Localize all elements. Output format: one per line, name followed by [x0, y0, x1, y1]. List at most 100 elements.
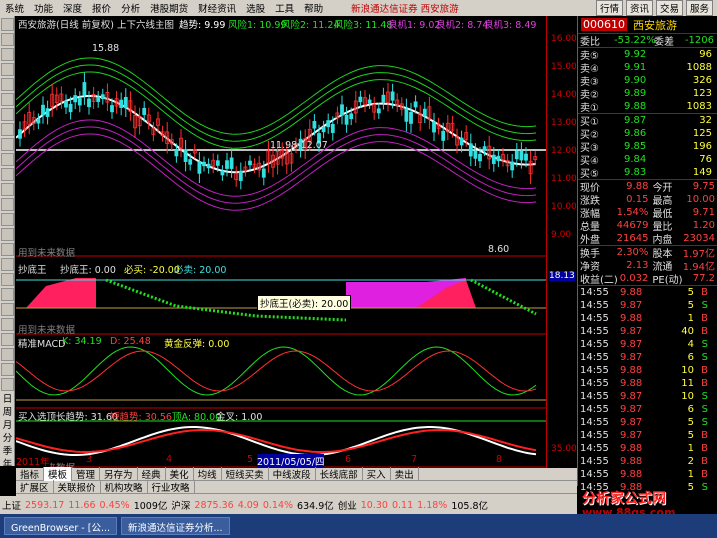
tab2-2[interactable]: 机构攻略	[101, 480, 148, 494]
toolbar-button-icon[interactable]	[1, 288, 14, 301]
tab-8[interactable]: 中线波段	[269, 467, 316, 481]
price-tick: 12.00	[551, 146, 577, 156]
news-button[interactable]: 资讯	[625, 0, 653, 16]
period-quarter[interactable]: 季	[0, 445, 15, 458]
tick-time: 14:55	[580, 391, 609, 402]
tab-7[interactable]: 短线买卖	[222, 467, 269, 481]
tick-direction: S	[701, 404, 708, 415]
period-week[interactable]: 周	[0, 406, 15, 419]
toolbar-button-icon[interactable]	[1, 198, 14, 211]
toolbar-button-icon[interactable]	[1, 63, 14, 76]
tab-9[interactable]: 长线底部	[316, 467, 363, 481]
candle-body	[206, 163, 211, 169]
tick-row[interactable]: 14:55 9.88 10 B	[578, 364, 717, 377]
date-axis-month-3: 3	[86, 454, 93, 465]
date-axis-month-7: 7	[411, 454, 418, 465]
toolbar-button-icon[interactable]	[1, 183, 14, 196]
candle-body	[326, 120, 331, 128]
level-volume: 125	[692, 128, 712, 139]
tick-row[interactable]: 14:55 9.87 4 S	[578, 338, 717, 351]
sh-change: 11.66	[68, 499, 96, 511]
toolbar-button-icon[interactable]	[1, 108, 14, 121]
period-day[interactable]: 日	[0, 393, 15, 406]
tab-10[interactable]: 买入	[363, 467, 391, 481]
tick-row[interactable]: 14:55 9.87 5 S	[578, 299, 717, 312]
tab2-0[interactable]: 扩展区	[16, 480, 54, 494]
toolbar-button-icon[interactable]	[1, 303, 14, 316]
toolbar-button-icon[interactable]	[1, 78, 14, 91]
tab2-1[interactable]: 关联报价	[54, 480, 101, 494]
period-year[interactable]: 年	[0, 458, 15, 471]
tab-11[interactable]: 卖出	[391, 467, 419, 481]
toolbar-button-icon[interactable]	[1, 228, 14, 241]
toolbar-button-icon[interactable]	[1, 333, 14, 346]
tick-time: 14:55	[580, 469, 609, 480]
menu-news[interactable]: 财经资讯	[193, 1, 241, 15]
toolbar-button-icon[interactable]	[1, 378, 14, 391]
quote-button[interactable]: 行情	[595, 0, 623, 16]
menu-stock-picker[interactable]: 选股	[241, 1, 270, 15]
candle-body	[496, 155, 501, 162]
tick-row[interactable]: 14:55 9.87 5 S	[578, 416, 717, 429]
ask-levels: 卖⑤ 9.92 96 卖④ 9.91 1088 卖③ 9.90 326 卖② 9.89 123 卖① 9.…	[578, 48, 717, 114]
taskbar-item-trading-app[interactable]: 新浪通达信证券分析...	[121, 517, 230, 535]
menu-function[interactable]: 功能	[29, 1, 58, 15]
tab-4[interactable]: 经典	[138, 467, 166, 481]
level-label: 卖①	[580, 103, 599, 114]
menu-tools[interactable]: 工具	[270, 1, 299, 15]
toolbar-button-icon[interactable]	[1, 33, 14, 46]
weicha-label: 委差	[654, 37, 674, 48]
toolbar-button-icon[interactable]	[1, 138, 14, 151]
toolbar-button-icon[interactable]	[1, 18, 14, 31]
tab-2[interactable]: 管理	[72, 467, 101, 481]
period-minute[interactable]: 分	[0, 432, 15, 445]
tab-1[interactable]: 模板	[44, 467, 73, 481]
toolbar-button-icon[interactable]	[1, 213, 14, 226]
tab-3[interactable]: 另存为	[100, 467, 138, 481]
tick-row[interactable]: 14:55 9.88 1 B	[578, 468, 717, 481]
toolbar-button-icon[interactable]	[1, 123, 14, 136]
tick-row[interactable]: 14:55 9.87 5 B	[578, 429, 717, 442]
toolbar-button-icon[interactable]	[1, 168, 14, 181]
tab-0[interactable]: 指标	[16, 467, 45, 481]
tick-row[interactable]: 14:55 9.88 11 B	[578, 377, 717, 390]
tick-list[interactable]: 14:55 9.88 5 B 14:55 9.87 5 S 14:55 9.88 1 B 14:55 9.…	[578, 286, 717, 494]
tab-5[interactable]: 美化	[166, 467, 194, 481]
service-button[interactable]: 服务	[685, 0, 713, 16]
tick-row[interactable]: 14:55 9.87 40 B	[578, 325, 717, 338]
tick-row[interactable]: 14:55 9.88 1 B	[578, 312, 717, 325]
candle-body	[64, 100, 68, 108]
toolbar-button-icon[interactable]	[1, 93, 14, 106]
menu-depth[interactable]: 深度	[58, 1, 87, 15]
tick-row[interactable]: 14:55 9.87 6 S	[578, 351, 717, 364]
tick-row[interactable]: 14:55 9.88 5 B	[578, 286, 717, 299]
toolbar-button-icon[interactable]	[1, 48, 14, 61]
level-label: 买⑤	[580, 169, 599, 180]
taskbar-item-browser[interactable]: GreenBrowser - [公...	[4, 517, 117, 535]
stat-value: 0.032	[619, 273, 649, 284]
chart-svg[interactable]	[15, 16, 546, 468]
tab2-3[interactable]: 行业攻略	[148, 480, 195, 494]
tick-row[interactable]: 14:55 9.87 6 S	[578, 403, 717, 416]
sh-index: 2593.17	[25, 499, 65, 511]
menu-system[interactable]: 系统	[0, 1, 29, 15]
tab-6[interactable]: 均线	[194, 467, 222, 481]
menu-help[interactable]: 帮助	[299, 1, 328, 15]
tick-row[interactable]: 14:55 9.87 10 S	[578, 390, 717, 403]
menu-hk-futures[interactable]: 港股期货	[145, 1, 193, 15]
tick-row[interactable]: 14:55 9.88 2 B	[578, 455, 717, 468]
tick-row[interactable]: 14:55 9.88 1 B	[578, 442, 717, 455]
toolbar-button-icon[interactable]	[1, 363, 14, 376]
toolbar-button-icon[interactable]	[1, 348, 14, 361]
toolbar-button-icon[interactable]	[1, 258, 14, 271]
period-month[interactable]: 月	[0, 419, 15, 432]
menu-analysis[interactable]: 分析	[116, 1, 145, 15]
menu-quote[interactable]: 报价	[87, 1, 116, 15]
trade-button[interactable]: 交易	[655, 0, 683, 16]
toolbar-button-icon[interactable]	[1, 153, 14, 166]
toolbar-button-icon[interactable]	[1, 273, 14, 286]
chart-area[interactable]: 西安旅游(日线 前复权) 上下六线主图 趋势: 9.99 风险1: 10.99 …	[15, 16, 546, 474]
toolbar-button-icon[interactable]	[1, 243, 14, 256]
quote-stats-2: 换手 2.30% 股本 1.97亿 净资 2.13 流通 1.94亿 收益(二) 0.032 PE(…	[578, 246, 717, 286]
toolbar-button-icon[interactable]	[1, 318, 14, 331]
